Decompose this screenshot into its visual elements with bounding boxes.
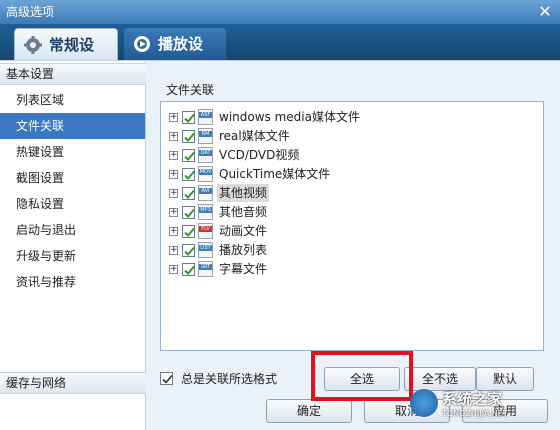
tab-bar: 常规设置 播放设置 <box>0 24 560 86</box>
highlight-annotation <box>311 351 413 401</box>
sidebar-item-hotkeys[interactable]: 热键设置 <box>0 139 145 165</box>
sidebar-item-privacy[interactable]: 隐私设置 <box>0 191 145 217</box>
expand-icon[interactable]: + <box>169 264 178 274</box>
tree-item[interactable]: + AVI 其他视频 <box>169 184 270 202</box>
tree-item[interactable]: + LIST 播放列表 <box>169 241 269 259</box>
expand-icon[interactable]: + <box>169 112 178 122</box>
checkbox[interactable] <box>182 148 195 162</box>
tree-item[interactable]: + RM real媒体文件 <box>169 127 292 145</box>
tree-item[interactable]: + MOV QuickTime媒体文件 <box>169 165 332 183</box>
watermark: 系统之家 TONGZHIJIA.NET <box>410 378 558 428</box>
sidebar-item-screenshot[interactable]: 截图设置 <box>0 165 145 191</box>
checkbox[interactable] <box>182 129 195 143</box>
sidebar-footer-label: 缓存与网络 <box>6 376 67 390</box>
expand-icon[interactable]: + <box>169 131 178 141</box>
tree-item-label: windows media媒体文件 <box>219 110 360 124</box>
file-type-icon: LIST <box>198 242 213 258</box>
sidebar: 基本设置 列表区域 文件关联 热键设置 截图设置 隐私设置 启动与退出 升级与更… <box>0 61 146 430</box>
ok-button[interactable]: 确定 <box>266 399 352 423</box>
sidebar-item-label: 隐私设置 <box>16 197 65 211</box>
section-title: 文件关联 <box>166 83 215 97</box>
expand-icon[interactable]: + <box>169 188 178 198</box>
settings-panel: 基本设置 列表区域 文件关联 热键设置 截图设置 隐私设置 启动与退出 升级与更… <box>0 60 560 430</box>
tree-item[interactable]: + SRT 字幕文件 <box>169 260 269 278</box>
checkbox[interactable] <box>182 205 195 219</box>
tree-item-label: real媒体文件 <box>219 129 290 143</box>
always-associate-option[interactable]: 总是关联所选格式 <box>160 370 277 387</box>
file-type-icon: MOV <box>198 166 213 182</box>
checkbox[interactable] <box>182 167 195 181</box>
title-bar: 高级选项 ✕ <box>0 0 560 24</box>
sidebar-item-label: 截图设置 <box>16 171 65 185</box>
expand-icon[interactable]: + <box>169 207 178 217</box>
sidebar-item-label: 热键设置 <box>16 145 65 159</box>
sidebar-header-basic[interactable]: 基本设置 <box>0 63 146 85</box>
file-association-tree[interactable]: + ASF windows media媒体文件 + RM real媒体文件 + … <box>160 101 544 351</box>
sidebar-footer-cache-network[interactable]: 缓存与网络 <box>0 372 146 394</box>
tree-item-label: 动画文件 <box>219 224 268 238</box>
file-type-icon: ASF <box>198 109 213 125</box>
tab-play-settings[interactable]: 播放设置 <box>124 28 226 85</box>
file-type-icon: RM <box>198 128 213 144</box>
tree-item-label: 其他音频 <box>219 205 268 219</box>
expand-icon[interactable]: + <box>169 169 178 179</box>
checkbox[interactable] <box>182 110 195 124</box>
tree-item-label: 播放列表 <box>219 243 268 257</box>
always-associate-label: 总是关联所选格式 <box>181 372 278 386</box>
tree-item-label: QuickTime媒体文件 <box>219 167 331 181</box>
sidebar-header-label: 基本设置 <box>6 67 55 81</box>
sidebar-item-list-area[interactable]: 列表区域 <box>0 87 145 113</box>
file-type-icon: SRT <box>198 261 213 277</box>
checkbox[interactable] <box>182 186 195 200</box>
tree-item-label: VCD/DVD视频 <box>219 148 300 162</box>
sidebar-item-label: 列表区域 <box>16 93 65 107</box>
watermark-logo-icon <box>410 389 438 417</box>
file-type-icon: DAT <box>198 147 213 163</box>
checkbox[interactable] <box>182 243 195 257</box>
tree-item[interactable]: + ASF windows media媒体文件 <box>169 108 362 126</box>
sidebar-item-label: 文件关联 <box>16 119 65 133</box>
sidebar-item-label: 启动与退出 <box>16 223 77 237</box>
watermark-subtext: TONGZHIJIA.NET <box>442 409 508 418</box>
watermark-text: 系统之家 <box>442 390 503 408</box>
expand-icon[interactable]: + <box>169 150 178 160</box>
expand-icon[interactable]: + <box>169 226 178 236</box>
sidebar-item-update[interactable]: 升级与更新 <box>0 243 145 269</box>
dialog-window: 高级选项 ✕ 常规设置 播放设置 基本设 <box>0 0 560 430</box>
file-type-icon: MP3 <box>198 204 213 220</box>
tree-item-label: 其他视频 <box>217 184 270 202</box>
tree-item[interactable]: + FLV 动画文件 <box>169 222 269 240</box>
sidebar-item-label: 资讯与推荐 <box>16 275 77 289</box>
close-icon[interactable]: ✕ <box>534 2 556 22</box>
gear-icon <box>24 36 42 54</box>
sidebar-list: 列表区域 文件关联 热键设置 截图设置 隐私设置 启动与退出 升级与更新 资讯与… <box>0 87 145 295</box>
window-title: 高级选项 <box>6 5 55 19</box>
checkbox[interactable] <box>182 262 195 276</box>
tab-general-settings[interactable]: 常规设置 <box>14 28 118 86</box>
file-type-icon: FLV <box>198 223 213 239</box>
sidebar-item-label: 升级与更新 <box>16 249 77 263</box>
checkbox[interactable] <box>182 224 195 238</box>
sidebar-item-file-association[interactable]: 文件关联 <box>0 113 145 139</box>
tree-item[interactable]: + DAT VCD/DVD视频 <box>169 146 301 164</box>
play-settings-icon <box>134 36 150 52</box>
sidebar-item-news[interactable]: 资讯与推荐 <box>0 269 145 295</box>
file-type-icon: AVI <box>198 185 213 201</box>
expand-icon[interactable]: + <box>169 245 178 255</box>
always-associate-checkbox[interactable] <box>160 372 173 385</box>
tree-item[interactable]: + MP3 其他音频 <box>169 203 269 221</box>
sidebar-item-startup-exit[interactable]: 启动与退出 <box>0 217 145 243</box>
tree-item-label: 字幕文件 <box>219 262 268 276</box>
